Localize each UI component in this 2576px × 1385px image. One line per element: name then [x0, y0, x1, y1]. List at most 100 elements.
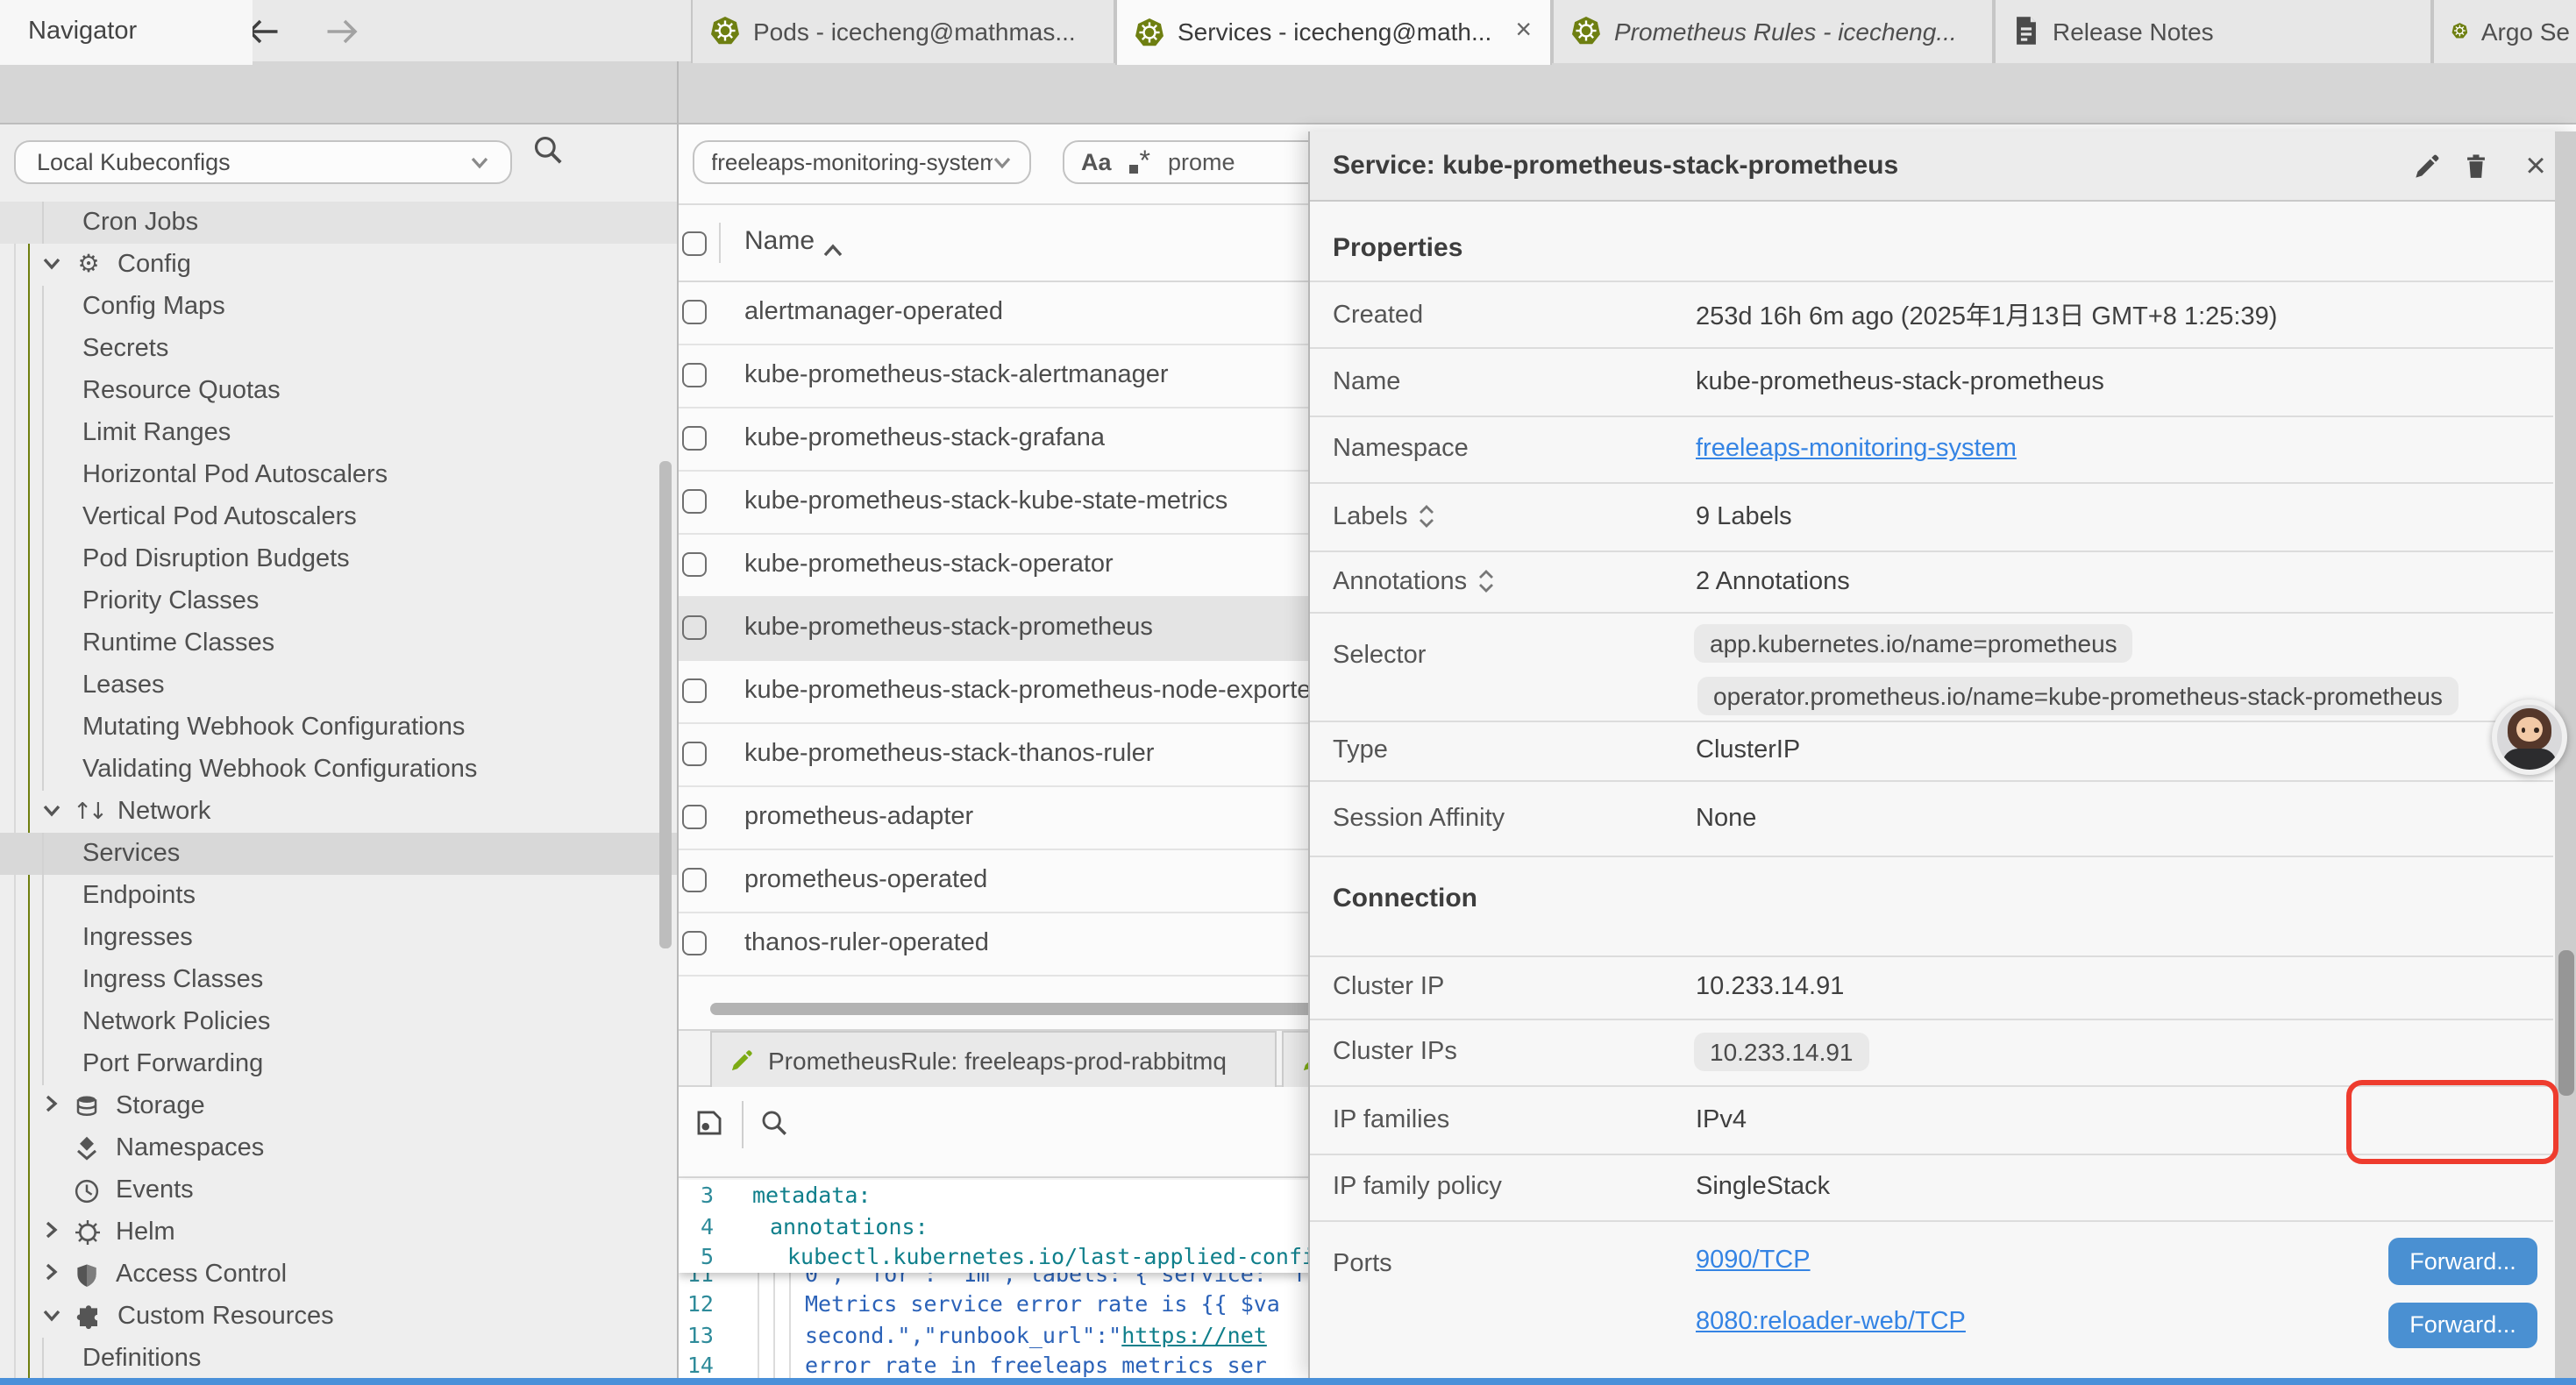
nav-item-custom-resources[interactable]: Custom Resources [0, 1296, 676, 1338]
forward-arrow-icon[interactable] [324, 14, 359, 49]
expander-icon[interactable] [1418, 506, 1434, 529]
shield-icon [72, 1261, 102, 1288]
tab-close-icon[interactable]: × [1515, 18, 1532, 46]
nav-item-cron-jobs[interactable]: Cron Jobs [0, 202, 676, 244]
nav-item-network[interactable]: ↑↓ Network [0, 791, 676, 833]
navigator-scrollbar[interactable] [659, 460, 671, 948]
nav-item-services[interactable]: Services [0, 833, 676, 875]
nav-item-secrets[interactable]: Secrets [0, 328, 676, 370]
kubernetes-icon [1134, 18, 1163, 47]
property-row-type: Type ClusterIP [1310, 721, 2553, 781]
chevron-down-icon [470, 149, 489, 175]
avatar[interactable] [2492, 700, 2567, 775]
panel-divider [677, 61, 679, 1378]
expander-icon[interactable] [1477, 571, 1493, 593]
property-row-name: Name kube-prometheus-stack-prometheus [1310, 349, 2553, 416]
nav-item-runtime-classes[interactable]: Runtime Classes [0, 622, 676, 664]
namespace-link[interactable]: freeleaps-monitoring-system [1696, 436, 2017, 464]
row-checkbox[interactable] [682, 932, 706, 955]
property-row-selector: Selector app.kubernetes.io/name=promethe… [1310, 614, 2553, 721]
port-link-8080[interactable]: 8080:reloader-web/TCP [1696, 1307, 1966, 1335]
row-checkbox[interactable] [682, 553, 706, 577]
nav-item-horizontal-pod-autoscalers[interactable]: Horizontal Pod Autoscalers [0, 454, 676, 496]
chevron-down-icon[interactable] [42, 251, 61, 279]
indent-guide [758, 1271, 759, 1378]
nav-item-access-control[interactable]: Access Control [0, 1254, 676, 1296]
nav-item-network-policies[interactable]: Network Policies [0, 1001, 676, 1043]
row-checkbox[interactable] [682, 301, 706, 324]
chevron-right-icon[interactable] [42, 1261, 60, 1289]
nav-item-config-maps[interactable]: Config Maps [0, 286, 676, 328]
window-bottom-accent [0, 1378, 2576, 1385]
row-checkbox[interactable] [682, 806, 706, 829]
details-header: Service: kube-prometheus-stack-prometheu… [1310, 131, 2576, 201]
search-query-text: prome [1168, 149, 1235, 175]
details-scrollbar-thumb[interactable] [2558, 950, 2573, 1096]
kubeconfig-selector[interactable]: Local Kubeconfigs [14, 140, 512, 184]
tab-release-notes[interactable]: Release Notes [1993, 0, 2431, 62]
nav-item-validating-webhook-configurations[interactable]: Validating Webhook Configurations [0, 749, 676, 791]
chevron-right-icon[interactable] [42, 1092, 60, 1120]
nav-item-ingresses[interactable]: Ingresses [0, 917, 676, 959]
kubernetes-icon [709, 17, 739, 46]
property-row-ip-family-policy: IP family policy SingleStack [1310, 1154, 2553, 1221]
nav-item-storage[interactable]: Storage [0, 1085, 676, 1127]
save-icon[interactable] [694, 1108, 724, 1147]
nav-item-vertical-pod-autoscalers[interactable]: Vertical Pod Autoscalers [0, 496, 676, 538]
close-icon[interactable]: × [2520, 151, 2551, 182]
property-row-namespace: Namespace freeleaps-monitoring-system [1310, 416, 2553, 484]
navigator-tab[interactable]: Navigator [0, 0, 252, 64]
navigator-tab-label: Navigator [28, 18, 137, 46]
nav-item-ingress-classes[interactable]: Ingress Classes [0, 959, 676, 1001]
kubernetes-icon [1570, 17, 1600, 46]
nav-item-port-forwarding[interactable]: Port Forwarding [0, 1043, 676, 1085]
nav-item-resource-quotas[interactable]: Resource Quotas [0, 370, 676, 412]
edit-pencil-icon[interactable] [2411, 151, 2443, 182]
row-checkbox[interactable] [682, 364, 706, 387]
runbook-url-link[interactable]: https://net [1121, 1322, 1267, 1348]
row-checkbox[interactable] [682, 869, 706, 892]
tab-services[interactable]: Services - icecheng@math... × [1114, 0, 1551, 64]
search-icon[interactable] [531, 132, 565, 174]
nav-item-events[interactable]: Events [0, 1169, 676, 1211]
nav-item-leases[interactable]: Leases [0, 664, 676, 707]
chevron-down-icon[interactable] [42, 1303, 61, 1331]
row-checkbox[interactable] [682, 490, 706, 514]
editor-tab-prometheusrule[interactable]: PrometheusRule: freeleaps-prod-rabbitmq [710, 1031, 1277, 1087]
row-checkbox[interactable] [682, 742, 706, 766]
nav-item-limit-ranges[interactable]: Limit Ranges [0, 412, 676, 454]
layers-diamond-icon [72, 1135, 102, 1161]
port-link-9090[interactable]: 9090/TCP [1696, 1246, 1811, 1274]
tab-argo[interactable]: Argo Se [2431, 0, 2576, 62]
connection-section-heading: Connection [1333, 884, 1477, 913]
nav-item-config[interactable]: ⚙ Config [0, 244, 676, 286]
app-window: UPGRADE 15 Navigator Pods - icecheng@mat… [0, 0, 2576, 1385]
tab-prometheus-rules[interactable]: Prometheus Rules - icecheng... [1551, 0, 1993, 62]
match-case-toggle[interactable]: Aa [1081, 149, 1112, 175]
nav-item-priority-classes[interactable]: Priority Classes [0, 580, 676, 622]
chevron-right-icon[interactable] [42, 1218, 60, 1246]
row-checkbox[interactable] [682, 427, 706, 451]
regex-toggle[interactable]: * [1129, 146, 1150, 178]
property-row-cluster-ips: Cluster IPs 10.233.14.91 [1310, 1019, 2553, 1087]
chevron-down-icon[interactable] [42, 798, 61, 826]
tab-pods-label: Pods - icecheng@mathmas... [753, 18, 1076, 46]
namespace-filter-select[interactable]: freeleaps-monitoring-system [692, 140, 1030, 184]
nav-item-endpoints[interactable]: Endpoints [0, 875, 676, 917]
nav-item-helm[interactable]: Helm [0, 1211, 676, 1254]
search-icon[interactable] [759, 1108, 789, 1147]
nav-item-definitions[interactable]: Definitions [0, 1338, 676, 1378]
forward-button-8080[interactable]: Forward... [2388, 1302, 2537, 1348]
forward-button-9090[interactable]: Forward... [2388, 1238, 2537, 1284]
select-all-checkbox[interactable] [682, 231, 706, 255]
nav-item-namespaces[interactable]: Namespaces [0, 1127, 676, 1169]
nav-item-pod-disruption-budgets[interactable]: Pod Disruption Budgets [0, 538, 676, 580]
tab-pods[interactable]: Pods - icecheng@mathmas... [690, 0, 1114, 62]
nav-item-mutating-webhook-configurations[interactable]: Mutating Webhook Configurations [0, 707, 676, 749]
row-checkbox[interactable] [682, 616, 706, 640]
sort-ascending-icon[interactable] [822, 235, 843, 265]
delete-trash-icon[interactable] [2460, 151, 2492, 182]
navigator-panel: Local Kubeconfigs Cron Jobs ⚙ Config Con… [0, 124, 678, 1378]
row-checkbox[interactable] [682, 679, 706, 703]
name-column-header[interactable]: Name [744, 226, 815, 256]
